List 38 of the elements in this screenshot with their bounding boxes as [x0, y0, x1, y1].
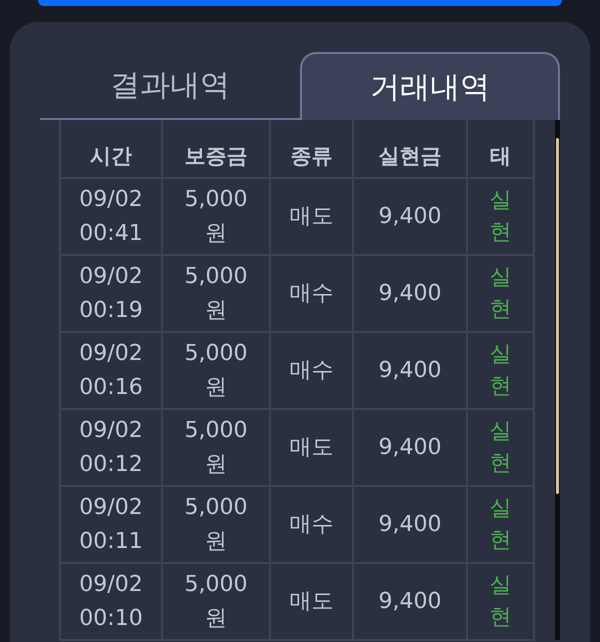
- table-cell: 09/02 00:16: [61, 333, 163, 410]
- table-cell: 09/02 00:10: [61, 564, 163, 641]
- table-cell: 매도: [271, 179, 354, 256]
- table-cell: 매도: [271, 564, 354, 641]
- table-cell: 9,400: [354, 487, 468, 564]
- table-cell: 09/02 00:11: [61, 487, 163, 564]
- column-header: 실현금: [354, 120, 468, 179]
- table-cell: 실현: [468, 564, 535, 641]
- table-cell: 5,000 원: [163, 487, 271, 564]
- table-cell: 실현: [468, 410, 535, 487]
- column-header: 시간: [61, 120, 163, 179]
- table-cell: 실현: [468, 256, 535, 333]
- table-cell: 5,000 원: [163, 333, 271, 410]
- column-header: 보증금: [163, 120, 271, 179]
- table-cell: 9,400: [354, 256, 468, 333]
- table-cell: 5,000 원: [163, 179, 271, 256]
- table-cell: 09/02 00:41: [61, 179, 163, 256]
- table-cell: 매수: [271, 487, 354, 564]
- column-header: 태: [468, 120, 535, 179]
- table-cell: 09/02 00:12: [61, 410, 163, 487]
- table-cell: 실현: [468, 179, 535, 256]
- table-cell: 실현: [468, 333, 535, 410]
- table-cell: 5,000 원: [163, 564, 271, 641]
- table-cell: 실현: [468, 487, 535, 564]
- table-cell: 5,000 원: [163, 410, 271, 487]
- scroll-thumb[interactable]: [556, 138, 559, 494]
- column-header: 종류: [271, 120, 354, 179]
- table-cell: 9,400: [354, 410, 468, 487]
- table-cell: 5,000 원: [163, 256, 271, 333]
- table-cell: 매수: [271, 256, 354, 333]
- table-cell: 매도: [271, 410, 354, 487]
- table-cell: 매수: [271, 333, 354, 410]
- table-cell: 9,400: [354, 333, 468, 410]
- scrollbar[interactable]: [555, 120, 560, 640]
- table-cell: 09/02 00:19: [61, 256, 163, 333]
- table-cell: 9,400: [354, 179, 468, 256]
- tab[interactable]: 거래내역: [300, 52, 560, 120]
- table-cell: 9,400: [354, 564, 468, 641]
